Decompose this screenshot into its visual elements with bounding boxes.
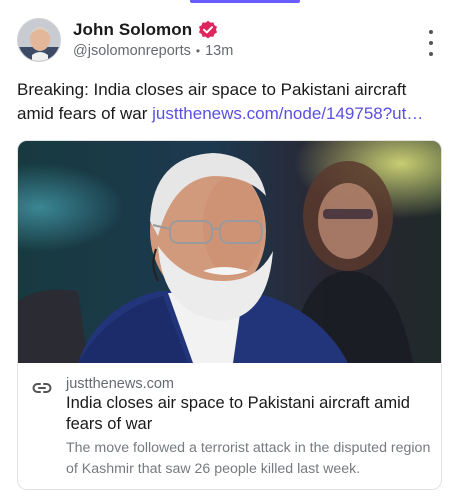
meta-separator: •	[195, 44, 201, 58]
more-vertical-icon-dot	[429, 52, 433, 56]
link-preview-domain: justthenews.com	[66, 376, 174, 392]
author-meta-row: @jsolomonreports • 13m	[73, 43, 233, 59]
post-view: John Solomon @jsolomonreports • 13m Brea…	[0, 0, 460, 500]
link-preview-description: The move followed a terrorist attack in …	[66, 440, 431, 477]
author-name-row: John Solomon	[73, 20, 218, 40]
more-vertical-icon-dot	[429, 41, 433, 45]
link-preview-title[interactable]: India closes air space to Pakistani airc…	[66, 393, 426, 435]
more-options-button[interactable]	[423, 30, 439, 56]
post-link[interactable]: justthenews.com/node/149758?ut…	[152, 104, 423, 123]
verified-badge-icon	[198, 20, 218, 40]
avatar[interactable]	[17, 18, 61, 62]
avatar-image	[18, 19, 60, 61]
author-display-name[interactable]: John Solomon	[73, 20, 192, 40]
more-vertical-icon	[429, 30, 433, 34]
link-preview-image[interactable]	[18, 141, 442, 363]
active-tab-indicator	[190, 0, 300, 3]
link-preview-body: justthenews.com India closes air space t…	[18, 363, 441, 489]
author-handle[interactable]: @jsolomonreports	[73, 43, 191, 59]
post-header: John Solomon @jsolomonreports • 13m	[17, 18, 443, 64]
post-body: Breaking: India closes air space to Paki…	[17, 78, 445, 126]
link-preview-card[interactable]: justthenews.com India closes air space t…	[17, 140, 442, 490]
post-timestamp: 13m	[205, 43, 234, 59]
link-icon	[32, 378, 52, 398]
